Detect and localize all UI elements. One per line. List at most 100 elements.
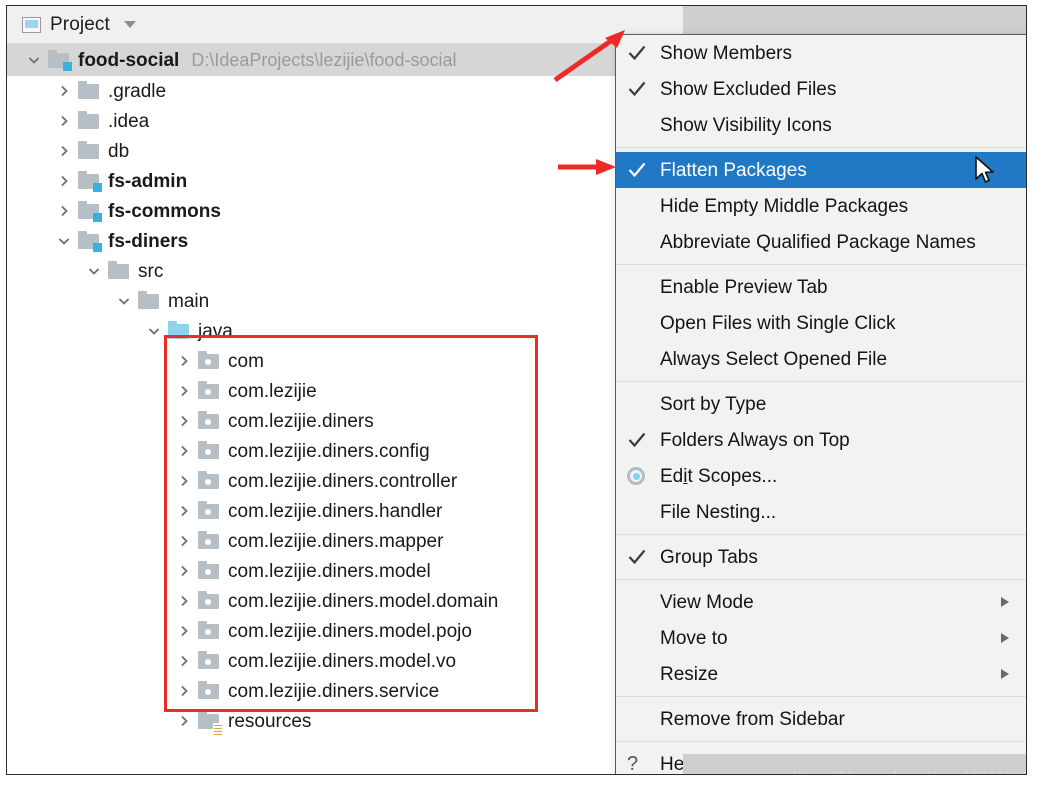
menu-item-show-members[interactable]: Show Members bbox=[616, 35, 1027, 71]
source-folder-icon bbox=[167, 321, 191, 341]
chevron-collapsed-icon[interactable] bbox=[171, 714, 197, 728]
submenu-arrow-icon bbox=[1001, 669, 1009, 679]
menu-item-show-excluded-files[interactable]: Show Excluded Files bbox=[616, 71, 1027, 107]
chevron-expanded-icon[interactable] bbox=[111, 294, 137, 308]
chevron-expanded-icon[interactable] bbox=[51, 234, 77, 248]
tree-node-label: fs-diners bbox=[108, 232, 188, 251]
chevron-collapsed-icon[interactable] bbox=[51, 114, 77, 128]
menu-item-file-nesting[interactable]: File Nesting... bbox=[616, 494, 1027, 530]
menu-separator bbox=[616, 381, 1027, 382]
menu-item-label: Show Excluded Files bbox=[660, 80, 836, 99]
menu-item-label: Move to bbox=[660, 629, 728, 648]
menu-item-folders-always-on-top[interactable]: Folders Always on Top bbox=[616, 422, 1027, 458]
chevron-collapsed-icon[interactable] bbox=[171, 474, 197, 488]
chevron-expanded-icon[interactable] bbox=[21, 53, 47, 67]
menu-item-view-mode[interactable]: View Mode bbox=[616, 584, 1027, 620]
tree-node-label: com.lezijie.diners.model bbox=[228, 562, 431, 581]
menu-item-hide-empty-middle-packages[interactable]: Hide Empty Middle Packages bbox=[616, 188, 1027, 224]
package-icon bbox=[197, 411, 221, 431]
menu-item-always-select-opened-file[interactable]: Always Select Opened File bbox=[616, 341, 1027, 377]
chevron-collapsed-icon[interactable] bbox=[171, 414, 197, 428]
tree-node-label: fs-admin bbox=[108, 172, 187, 191]
menu-item-label: View Mode bbox=[660, 593, 754, 612]
tree-node-label: com.lezijie.diners.config bbox=[228, 442, 430, 461]
menu-item-move-to[interactable]: Move to bbox=[616, 620, 1027, 656]
chevron-collapsed-icon[interactable] bbox=[51, 204, 77, 218]
menu-item-resize[interactable]: Resize bbox=[616, 656, 1027, 692]
tree-node-label: com.lezijie.diners.service bbox=[228, 682, 439, 701]
chevron-collapsed-icon[interactable] bbox=[171, 684, 197, 698]
tree-node-label: com.lezijie.diners.controller bbox=[228, 472, 457, 491]
package-icon bbox=[197, 501, 221, 521]
check-icon bbox=[627, 430, 660, 450]
menu-item-show-visibility-icons[interactable]: Show Visibility Icons bbox=[616, 107, 1027, 143]
chevron-down-icon[interactable] bbox=[124, 21, 136, 28]
menu-item-label: Always Select Opened File bbox=[660, 350, 887, 369]
tree-node-label: fs-commons bbox=[108, 202, 221, 221]
tree-root-path: D:\IdeaProjects\lezijie\food-social bbox=[191, 50, 456, 71]
chevron-collapsed-icon[interactable] bbox=[51, 174, 77, 188]
menu-separator bbox=[616, 579, 1027, 580]
folder-icon bbox=[77, 111, 101, 131]
tree-node-label: main bbox=[168, 292, 209, 311]
package-icon bbox=[197, 441, 221, 461]
resources-folder-icon bbox=[197, 711, 221, 731]
check-icon bbox=[627, 160, 660, 180]
tree-node-label: src bbox=[138, 262, 163, 281]
project-title-group[interactable]: Project bbox=[22, 14, 136, 36]
package-icon bbox=[197, 651, 221, 671]
chevron-collapsed-icon[interactable] bbox=[51, 84, 77, 98]
menu-item-edit-scopes[interactable]: Edit Scopes... bbox=[616, 458, 1027, 494]
menu-item-label: Hide Empty Middle Packages bbox=[660, 197, 908, 216]
arrow-to-settings-gear bbox=[547, 28, 637, 88]
menu-item-flatten-packages[interactable]: Flatten Packages bbox=[616, 152, 1027, 188]
chevron-collapsed-icon[interactable] bbox=[171, 354, 197, 368]
module-folder-icon bbox=[47, 50, 71, 70]
menu-separator bbox=[616, 147, 1027, 148]
tree-node-label: .idea bbox=[108, 112, 149, 131]
chevron-expanded-icon[interactable] bbox=[141, 324, 167, 338]
menu-item-label: Remove from Sidebar bbox=[660, 710, 845, 729]
chevron-expanded-icon[interactable] bbox=[81, 264, 107, 278]
submenu-arrow-icon bbox=[1001, 633, 1009, 643]
chevron-collapsed-icon[interactable] bbox=[171, 504, 197, 518]
package-icon bbox=[197, 531, 221, 551]
menu-item-label: Show Visibility Icons bbox=[660, 116, 832, 135]
tree-node-label: com.lezijie.diners.model.vo bbox=[228, 652, 456, 671]
package-icon bbox=[197, 471, 221, 491]
view-options-context-menu[interactable]: Show Members Show Excluded Files Show Visi… bbox=[615, 34, 1027, 775]
menu-item-label: Flatten Packages bbox=[660, 161, 807, 180]
chevron-collapsed-icon[interactable] bbox=[171, 534, 197, 548]
menu-item-abbreviate-qualified-package-names[interactable]: Abbreviate Qualified Package Names bbox=[616, 224, 1027, 260]
folder-icon bbox=[77, 81, 101, 101]
menu-item-open-files-with-single-click[interactable]: Open Files with Single Click bbox=[616, 305, 1027, 341]
menu-item-label: Enable Preview Tab bbox=[660, 278, 828, 297]
package-icon bbox=[197, 681, 221, 701]
menu-item-enable-preview-tab[interactable]: Enable Preview Tab bbox=[616, 269, 1027, 305]
chevron-collapsed-icon[interactable] bbox=[51, 144, 77, 158]
tree-node-label: com.lezijie.diners.mapper bbox=[228, 532, 443, 551]
chevron-collapsed-icon[interactable] bbox=[171, 564, 197, 578]
tree-node-label: .gradle bbox=[108, 82, 166, 101]
tree-node-label: com.lezijie.diners bbox=[228, 412, 374, 431]
scope-target-icon bbox=[627, 467, 660, 485]
tree-node-label: com.lezijie.diners.handler bbox=[228, 502, 442, 521]
check-icon bbox=[627, 547, 660, 567]
menu-separator bbox=[616, 264, 1027, 265]
menu-item-label: Sort by Type bbox=[660, 395, 766, 414]
chevron-collapsed-icon[interactable] bbox=[171, 444, 197, 458]
menu-item-group-tabs[interactable]: Group Tabs bbox=[616, 539, 1027, 575]
chevron-collapsed-icon[interactable] bbox=[171, 654, 197, 668]
menu-separator bbox=[616, 534, 1027, 535]
submenu-arrow-icon bbox=[1001, 597, 1009, 607]
chevron-collapsed-icon[interactable] bbox=[171, 594, 197, 608]
menu-item-label: Show Members bbox=[660, 44, 792, 63]
tree-node-label: com.lezijie.diners.model.pojo bbox=[228, 622, 472, 641]
menu-item-sort-by-type[interactable]: Sort by Type bbox=[616, 386, 1027, 422]
package-icon bbox=[197, 591, 221, 611]
chevron-collapsed-icon[interactable] bbox=[171, 624, 197, 638]
watermark-text: https://blog.csdn.net/qq_44866823 bbox=[793, 769, 1027, 775]
chevron-collapsed-icon[interactable] bbox=[171, 384, 197, 398]
menu-item-remove-from-sidebar[interactable]: Remove from Sidebar bbox=[616, 701, 1027, 737]
tree-node-label: com.lezijie bbox=[228, 382, 317, 401]
